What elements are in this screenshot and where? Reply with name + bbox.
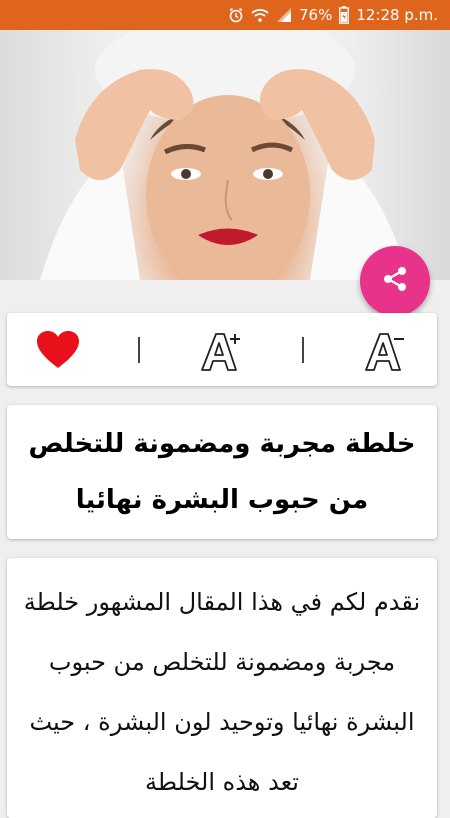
favorite-button[interactable] [36,330,80,370]
article-title: خلطة مجربة ومضمونة للتخلص من حبوب البشرة… [28,429,416,515]
actions-divider [302,336,304,363]
share-icon [381,265,409,297]
wifi-icon [251,7,269,23]
heart-icon [37,330,79,368]
actions-divider [138,336,140,363]
font-increase-icon [201,332,240,371]
signal-icon [276,7,292,23]
share-button[interactable] [360,246,430,316]
alarm-icon [228,7,244,23]
battery-icon [339,6,350,24]
article-body-card: نقدم لكم في هذا المقال المشهور خلطة مجرب… [7,558,437,818]
font-decrease-icon [365,332,404,371]
status-bar: 76% 12:28 p.m. [0,0,450,30]
article-body: نقدم لكم في هذا المقال المشهور خلطة مجرب… [23,588,421,796]
article-hero-image [0,30,450,280]
article-title-card: خلطة مجربة ومضمونة للتخلص من حبوب البشرة… [7,405,437,539]
clock-time: 12:28 p.m. [356,6,438,24]
increase-font-button[interactable] [198,328,244,372]
battery-percent: 76% [298,6,333,24]
decrease-font-button[interactable] [362,328,408,372]
article-actions-bar [7,313,437,386]
